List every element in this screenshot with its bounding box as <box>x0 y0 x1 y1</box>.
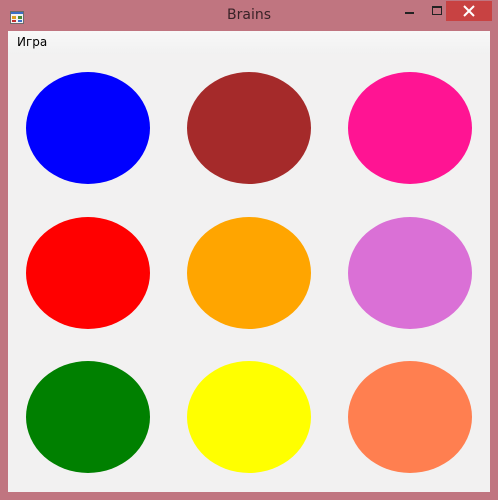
circle-red[interactable] <box>26 217 150 329</box>
minimize-icon <box>405 12 414 14</box>
maximize-icon <box>432 6 442 15</box>
circle-brown[interactable] <box>187 72 311 184</box>
circle-blue[interactable] <box>26 72 150 184</box>
circle-yellow[interactable] <box>187 361 311 473</box>
menu-bar: Игра <box>8 31 490 54</box>
circle-deep-pink[interactable] <box>348 72 472 184</box>
circle-orange[interactable] <box>187 217 311 329</box>
menu-item-game[interactable]: Игра <box>17 35 47 49</box>
app-window: Brains Игра <box>0 0 498 500</box>
minimize-button[interactable] <box>396 1 423 21</box>
circle-orchid[interactable] <box>348 217 472 329</box>
title-bar[interactable]: Brains <box>0 0 498 32</box>
close-button[interactable] <box>446 1 492 21</box>
close-icon <box>463 5 475 17</box>
client-area: Игра <box>8 31 490 492</box>
circle-coral[interactable] <box>348 361 472 473</box>
circle-green[interactable] <box>26 361 150 473</box>
